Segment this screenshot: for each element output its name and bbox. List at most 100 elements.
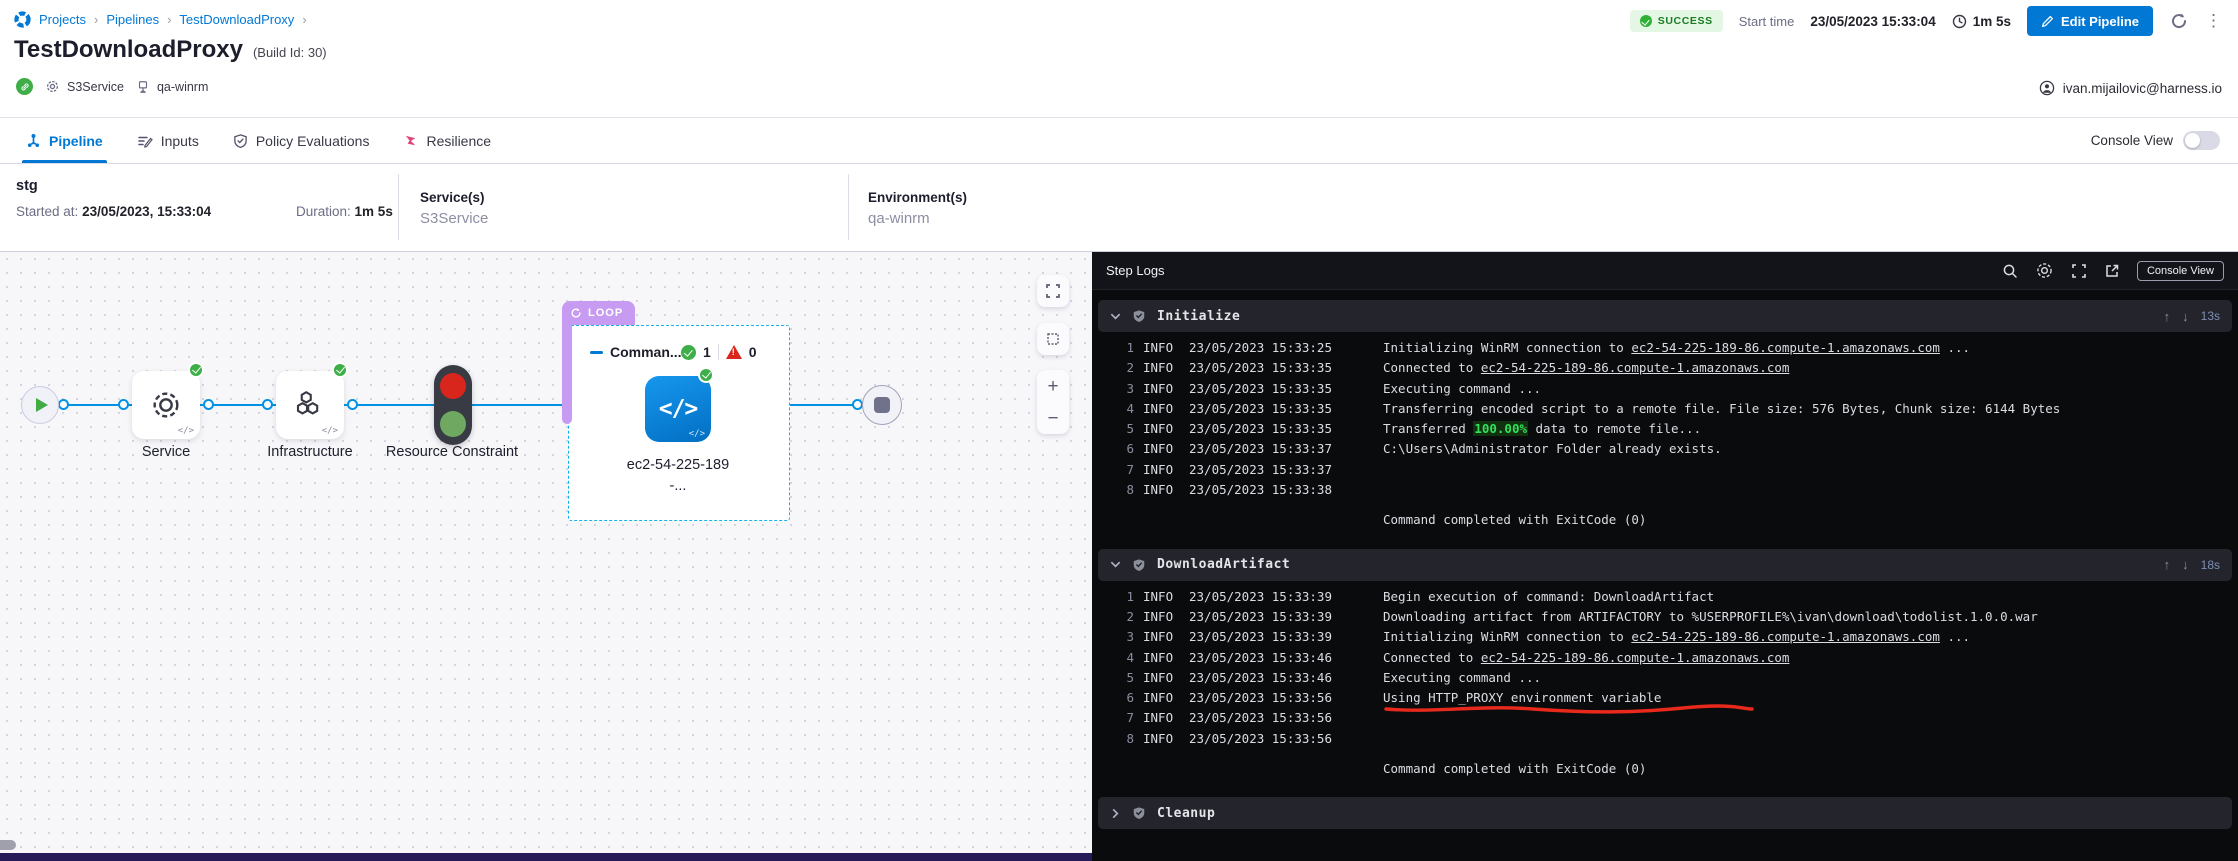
log-section-name: Initialize bbox=[1157, 309, 1240, 324]
success-check-icon bbox=[332, 362, 348, 378]
stage-name: stg bbox=[16, 178, 38, 194]
step-duration: 18s bbox=[2201, 558, 2220, 572]
scroll-up-icon[interactable]: ↑ bbox=[2164, 557, 2171, 572]
more-options-button[interactable]: ⋮ bbox=[2205, 11, 2222, 31]
log-level: INFO bbox=[1143, 708, 1180, 728]
scroll-up-icon[interactable]: ↑ bbox=[2164, 309, 2171, 324]
warning-count: 0 bbox=[749, 344, 757, 360]
log-fullscreen-icon[interactable] bbox=[2071, 263, 2087, 279]
tab-policy-evaluations[interactable]: Policy Evaluations bbox=[233, 118, 370, 163]
start-time-value: 23/05/2023 15:33:04 bbox=[1810, 14, 1935, 29]
chevron-right-icon[interactable] bbox=[1110, 808, 1121, 819]
chevron-down-icon[interactable] bbox=[1110, 559, 1121, 570]
header-actions: SUCCESS Start time 23/05/2023 15:33:04 1… bbox=[1630, 6, 2222, 36]
log-text: Downloading artifact from ARTIFACTORY to… bbox=[1383, 609, 2038, 624]
tab-resilience[interactable]: Resilience bbox=[403, 118, 491, 163]
policy-evaluations-icon bbox=[233, 133, 248, 149]
log-text: Initializing WinRM connection to bbox=[1383, 629, 1631, 644]
green-light bbox=[440, 411, 466, 437]
stage-info-band: stg Started at: 23/05/2023, 15:33:04 Dur… bbox=[0, 164, 2238, 252]
canvas-fullscreen-button[interactable] bbox=[1037, 275, 1069, 307]
log-link[interactable]: ec2-54-225-189-86.compute-1.amazonaws.co… bbox=[1631, 629, 1940, 644]
log-settings-icon[interactable] bbox=[2035, 261, 2054, 280]
environment-value[interactable]: qa-winrm bbox=[868, 210, 967, 227]
log-message: Initializing WinRM connection to ec2-54-… bbox=[1383, 627, 1970, 647]
chevron-down-icon[interactable] bbox=[1110, 311, 1121, 322]
canvas-fit-view-button[interactable] bbox=[1037, 323, 1069, 355]
log-text: Transferring encoded script to a remote … bbox=[1383, 401, 2060, 416]
log-timestamp: 23/05/2023 15:33:38 bbox=[1189, 480, 1374, 500]
resource-constraint-node[interactable] bbox=[434, 365, 472, 445]
log-text: Initializing WinRM connection to bbox=[1383, 340, 1631, 355]
zoom-in-button[interactable]: + bbox=[1047, 377, 1058, 396]
start-node[interactable] bbox=[21, 386, 59, 424]
log-open-new-tab-icon[interactable] bbox=[2104, 263, 2120, 279]
infrastructure-step-node[interactable]: </> bbox=[276, 371, 344, 439]
log-line: 5INFO23/05/2023 15:33:46Executing comman… bbox=[1092, 668, 2238, 688]
log-panel-title: Step Logs bbox=[1106, 263, 1165, 278]
log-link[interactable]: ec2-54-225-189-86.compute-1.amazonaws.co… bbox=[1481, 360, 1790, 375]
log-section-header-cleanup[interactable]: Cleanup bbox=[1098, 797, 2232, 829]
edit-pipeline-button[interactable]: Edit Pipeline bbox=[2027, 6, 2153, 36]
log-text: Begin execution of command: DownloadArti… bbox=[1383, 589, 1714, 604]
log-message: Begin execution of command: DownloadArti… bbox=[1383, 587, 1714, 607]
stage-duration: Duration: 1m 5s bbox=[296, 204, 393, 219]
collapse-icon[interactable] bbox=[590, 351, 603, 354]
log-timestamp bbox=[1189, 759, 1374, 779]
log-text: Connected to bbox=[1383, 650, 1481, 665]
zoom-out-button[interactable]: − bbox=[1047, 409, 1058, 428]
scroll-down-icon[interactable]: ↓ bbox=[2182, 557, 2189, 572]
success-check-icon bbox=[1640, 15, 1652, 27]
log-link[interactable]: ec2-54-225-189-86.compute-1.amazonaws.co… bbox=[1481, 650, 1790, 665]
log-search-icon[interactable] bbox=[2002, 263, 2018, 279]
log-section-header-downloadartifact[interactable]: DownloadArtifact↑↓18s bbox=[1098, 549, 2232, 581]
command-group-header[interactable]: Comman... 1 0 bbox=[590, 344, 757, 360]
console-view-label: Console View bbox=[2091, 133, 2173, 148]
tab-inputs[interactable]: Inputs bbox=[137, 118, 199, 163]
success-count: 1 bbox=[703, 344, 711, 360]
log-message: Connected to ec2-54-225-189-86.compute-1… bbox=[1383, 648, 1789, 668]
stop-icon bbox=[874, 397, 890, 413]
service-node-label: Service bbox=[102, 442, 230, 463]
log-section-header-initialize[interactable]: Initialize↑↓13s bbox=[1098, 300, 2232, 332]
console-view-switch[interactable] bbox=[2183, 131, 2220, 150]
breadcrumb-link[interactable]: TestDownloadProxy bbox=[179, 12, 294, 27]
refresh-button[interactable] bbox=[2169, 11, 2189, 31]
gear-icon bbox=[45, 79, 60, 94]
log-timestamp bbox=[1189, 510, 1374, 530]
breadcrumb-link[interactable]: Pipelines bbox=[106, 12, 159, 27]
log-level: INFO bbox=[1143, 338, 1180, 358]
tab-label: Inputs bbox=[161, 133, 199, 149]
log-section-name: Cleanup bbox=[1157, 806, 1215, 821]
tab-pipeline[interactable]: Pipeline bbox=[26, 118, 103, 163]
environment-tag[interactable]: qa-winrm bbox=[136, 80, 208, 94]
log-level bbox=[1143, 510, 1180, 530]
log-link[interactable]: ec2-54-225-189-86.compute-1.amazonaws.co… bbox=[1631, 340, 1940, 355]
line-number: 6 bbox=[1092, 439, 1134, 459]
horizontal-scrollbar[interactable] bbox=[0, 840, 16, 850]
step-success-icon bbox=[1132, 558, 1146, 572]
end-node[interactable] bbox=[862, 385, 902, 425]
service-value[interactable]: S3Service bbox=[420, 210, 488, 227]
connector-point bbox=[262, 399, 273, 410]
scroll-down-icon[interactable]: ↓ bbox=[2182, 309, 2189, 324]
command-step-node[interactable]: </> </> bbox=[645, 376, 711, 442]
log-line: 8INFO23/05/2023 15:33:38 bbox=[1092, 480, 2238, 500]
step-success-icon bbox=[1132, 806, 1146, 820]
log-line: 7INFO23/05/2023 15:33:37 bbox=[1092, 460, 2238, 480]
service-tag[interactable]: S3Service bbox=[45, 79, 124, 94]
log-timestamp: 23/05/2023 15:33:35 bbox=[1189, 419, 1374, 439]
line-number: 3 bbox=[1092, 627, 1134, 647]
console-view-button[interactable]: Console View bbox=[2137, 261, 2224, 281]
pipeline-canvas[interactable]: </> Service </> Infrastructure Resource … bbox=[0, 252, 1092, 861]
log-message: Executing command ... bbox=[1383, 668, 1541, 688]
log-message: Executing command ... bbox=[1383, 379, 1541, 399]
pipeline-execution-page: Projects›Pipelines›TestDownloadProxy› SU… bbox=[0, 0, 2238, 861]
divider bbox=[398, 174, 399, 240]
log-message: Transferred 100.00% data to remote file.… bbox=[1383, 419, 1701, 439]
service-step-node[interactable]: </> bbox=[132, 371, 200, 439]
log-text: C:\Users\Administrator Folder already ex… bbox=[1383, 441, 1722, 456]
breadcrumb-link[interactable]: Projects bbox=[39, 12, 86, 27]
canvas-zoom-controls: + − bbox=[1037, 370, 1069, 434]
log-message: Command completed with ExitCode (0) bbox=[1383, 510, 1646, 530]
